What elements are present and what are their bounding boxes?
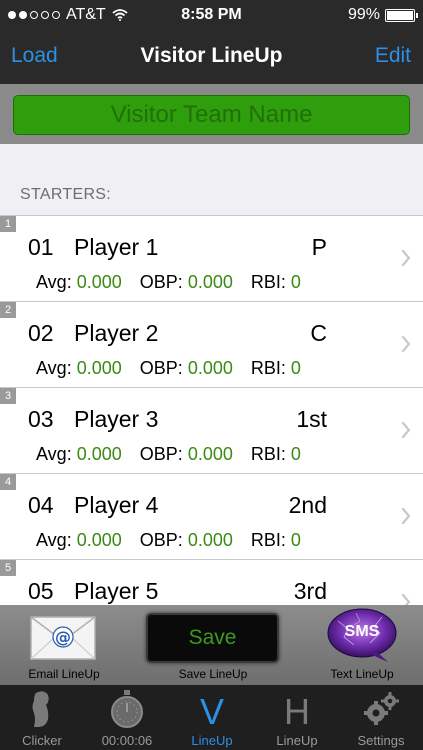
player-name: Player 5 <box>74 578 159 604</box>
tab-stopwatch-label: 00:00:06 <box>101 733 153 748</box>
player-stats: Avg: 0.000 OBP: 0.000 RBI: 0 <box>36 530 314 551</box>
obp-label: OBP: <box>139 444 183 464</box>
player-number: 02 <box>28 320 54 346</box>
save-button[interactable]: Save <box>146 613 279 663</box>
chevron-right-icon <box>401 507 411 525</box>
lineup-content[interactable]: STARTERS: 1 01 Player 1 P Avg: 0.000 OBP… <box>0 144 423 605</box>
battery-percent: 99% <box>347 6 380 23</box>
tab-settings[interactable]: Settings <box>339 685 423 750</box>
avg-value: 0.000 <box>76 444 122 464</box>
battery-level-fill <box>387 10 413 20</box>
rbi-value: 0 <box>290 444 301 464</box>
rbi-label: RBI: <box>250 444 286 464</box>
save-lineup-group: Save Save LineUp <box>143 605 283 685</box>
battery-icon <box>385 8 418 22</box>
email-envelope-icon: @ <box>30 616 96 660</box>
tab-lineup-home-label: LineUp <box>276 733 318 748</box>
chevron-right-icon <box>401 335 411 353</box>
email-lineup-button[interactable]: @ Email LineUp <box>12 605 116 685</box>
rbi-label: RBI: <box>250 530 286 550</box>
rbi-value: 0 <box>290 530 301 550</box>
rbi-value: 0 <box>290 358 301 378</box>
obp-value: 0.000 <box>187 358 233 378</box>
player-position: P <box>311 234 327 260</box>
avg-label: Avg: <box>36 530 72 550</box>
player-number: 04 <box>28 492 54 518</box>
sms-badge-text: SMS <box>344 623 380 640</box>
starters-list: 1 01 Player 1 P Avg: 0.000 OBP: 0.000 RB… <box>0 215 423 605</box>
save-lineup-label: Save LineUp <box>178 667 248 681</box>
tab-settings-label: Settings <box>357 733 405 748</box>
stopwatch-icon <box>111 690 143 728</box>
obp-value: 0.000 <box>187 444 233 464</box>
player-name: Player 1 <box>74 234 159 260</box>
player-number: 03 <box>28 406 54 432</box>
player-number: 01 <box>28 234 54 260</box>
tab-clicker-label: Clicker <box>22 733 62 748</box>
player-number: 05 <box>28 578 54 604</box>
email-lineup-label: Email LineUp <box>28 667 100 681</box>
player-row[interactable]: 2 02 Player 2 C Avg: 0.000 OBP: 0.000 RB… <box>0 302 423 388</box>
batting-order-badge: 2 <box>0 302 16 318</box>
rbi-value: 0 <box>290 272 301 292</box>
avg-label: Avg: <box>36 358 72 378</box>
tab-lineup-home[interactable]: H LineUp <box>255 685 339 750</box>
player-stats: Avg: 0.000 OBP: 0.000 RBI: 0 <box>36 358 314 379</box>
navigation-bar: Load Visitor LineUp Edit <box>0 30 423 84</box>
player-name: Player 4 <box>74 492 159 518</box>
avg-value: 0.000 <box>76 272 122 292</box>
text-lineup-button[interactable]: SMS Text LineUp <box>310 605 414 685</box>
chevron-right-icon <box>401 421 411 439</box>
visitor-v-icon: V <box>199 691 224 732</box>
tab-bar: Clicker 00:00:06 V LineUp H LineUp Setti… <box>0 685 423 750</box>
player-row[interactable]: 3 03 Player 3 1st Avg: 0.000 OBP: 0.000 … <box>0 388 423 474</box>
batting-order-badge: 5 <box>0 560 16 576</box>
obp-label: OBP: <box>139 358 183 378</box>
tab-stopwatch[interactable]: 00:00:06 <box>85 685 169 750</box>
tab-clicker[interactable]: Clicker <box>0 685 84 750</box>
player-position: 2nd <box>288 492 327 518</box>
player-position: C <box>310 320 327 346</box>
text-lineup-label: Text LineUp <box>330 667 394 681</box>
rbi-label: RBI: <box>250 272 286 292</box>
tab-lineup-visitor-label: LineUp <box>191 733 233 748</box>
rbi-label: RBI: <box>250 358 286 378</box>
gears-icon <box>364 692 399 725</box>
player-row[interactable]: 4 04 Player 4 2nd Avg: 0.000 OBP: 0.000 … <box>0 474 423 560</box>
chevron-right-icon <box>401 593 411 605</box>
home-h-icon: H <box>284 691 310 732</box>
obp-label: OBP: <box>139 272 183 292</box>
player-row[interactable]: 1 01 Player 1 P Avg: 0.000 OBP: 0.000 RB… <box>0 216 423 302</box>
page-title: Visitor LineUp <box>140 44 283 67</box>
edit-button[interactable]: Edit <box>375 44 411 68</box>
player-name: Player 2 <box>74 320 159 346</box>
player-name: Player 3 <box>74 406 159 432</box>
player-position: 1st <box>296 406 327 432</box>
team-name-field[interactable]: Visitor Team Name <box>13 95 410 135</box>
player-position: 3rd <box>293 578 327 604</box>
batting-order-badge: 3 <box>0 388 16 404</box>
obp-value: 0.000 <box>187 530 233 550</box>
team-name-area: Visitor Team Name <box>0 84 423 144</box>
status-bar: AT&T 8:58 PM 99% <box>0 0 423 30</box>
tab-lineup-visitor[interactable]: V LineUp <box>170 685 254 750</box>
svg-text:@: @ <box>55 628 71 647</box>
avg-label: Avg: <box>36 272 72 292</box>
player-stats: Avg: 0.000 OBP: 0.000 RBI: 0 <box>36 272 314 293</box>
avg-value: 0.000 <box>76 530 122 550</box>
avg-label: Avg: <box>36 444 72 464</box>
player-stats: Avg: 0.000 OBP: 0.000 RBI: 0 <box>36 444 314 465</box>
action-bar: @ Email LineUp Save Save LineUp SMS Text… <box>0 605 423 685</box>
section-header-starters: STARTERS: <box>20 186 112 203</box>
batting-order-badge: 1 <box>0 216 16 232</box>
chevron-right-icon <box>401 249 411 267</box>
obp-value: 0.000 <box>187 272 233 292</box>
obp-label: OBP: <box>139 530 183 550</box>
clicker-icon <box>32 691 49 727</box>
battery-group: 99% <box>347 6 418 24</box>
batting-order-badge: 4 <box>0 474 16 490</box>
player-row[interactable]: 5 05 Player 5 3rd Avg: 0.000 OBP: 0.000 … <box>0 560 423 605</box>
avg-value: 0.000 <box>76 358 122 378</box>
